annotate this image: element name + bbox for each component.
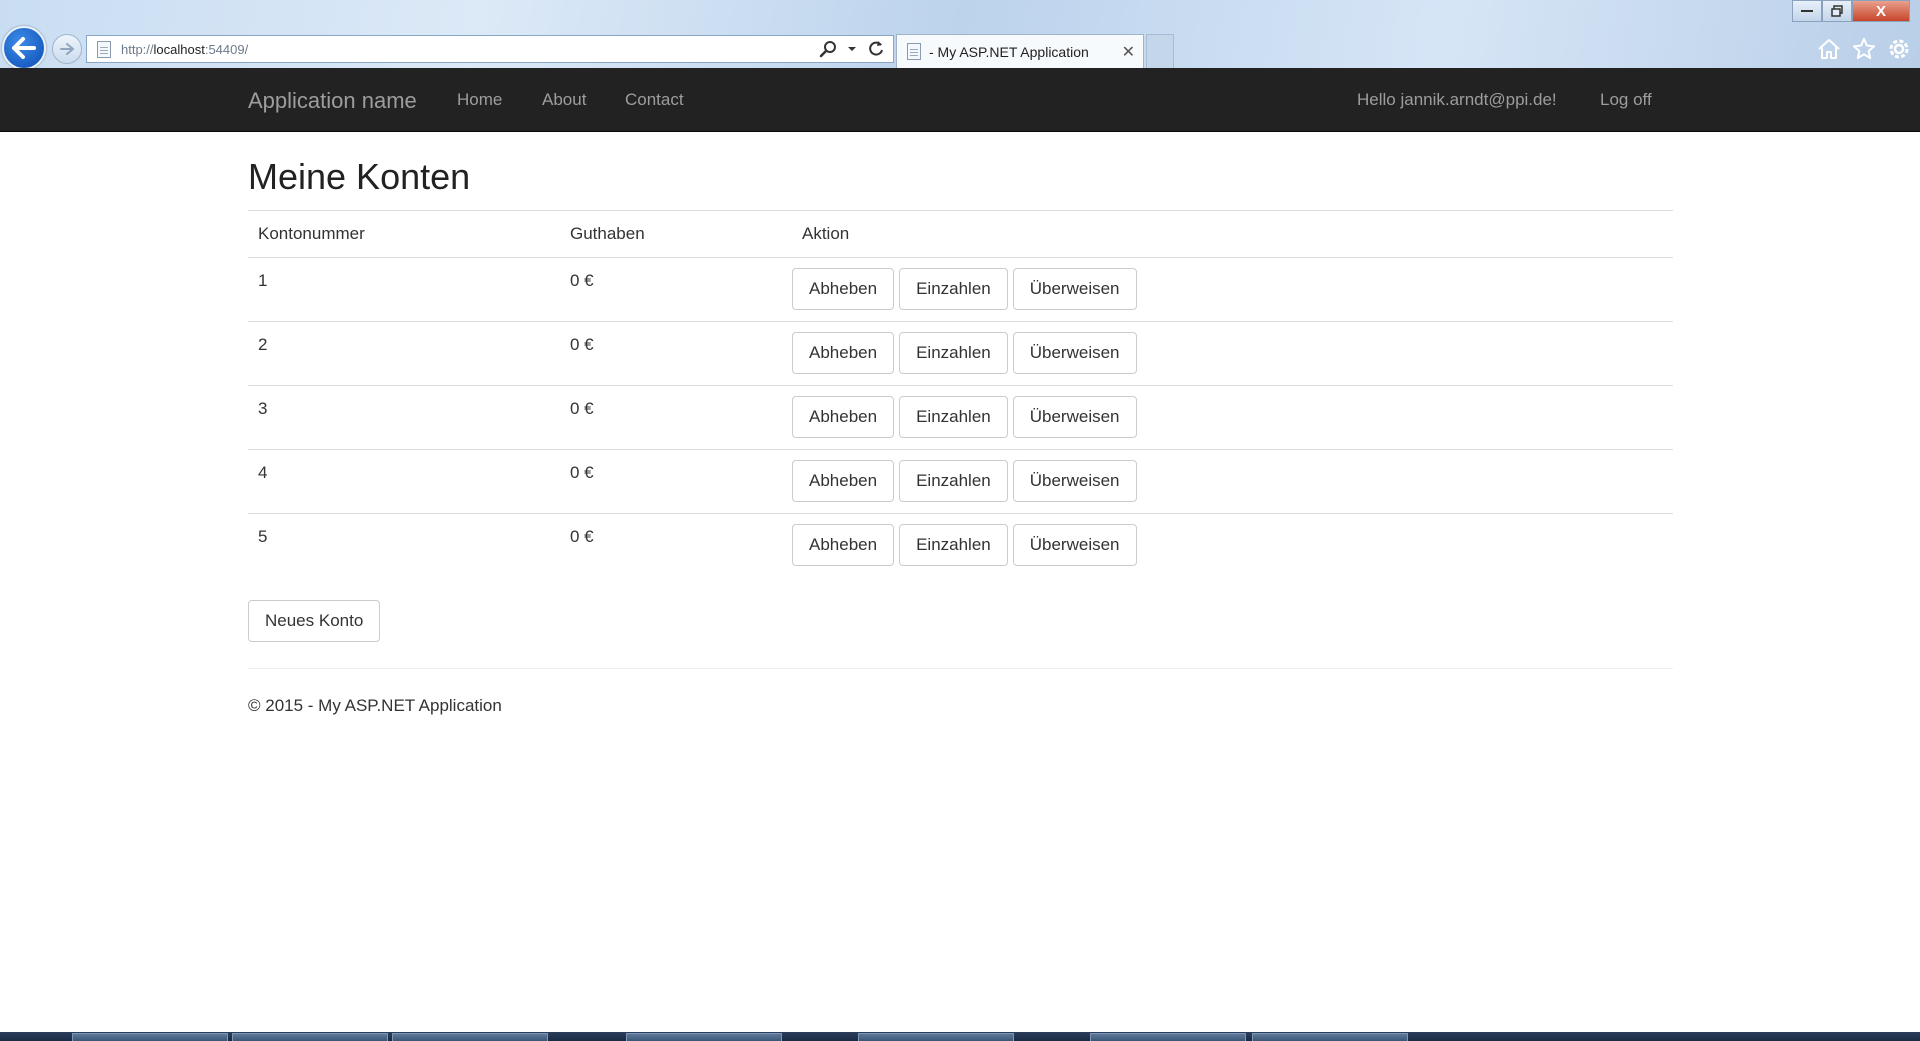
new-account-button[interactable]: Neues Konto	[248, 600, 381, 642]
transfer-button[interactable]: Überweisen	[1012, 460, 1137, 502]
footer-divider	[248, 668, 1673, 669]
nav-about[interactable]: About	[542, 90, 586, 110]
nav-contact[interactable]: Contact	[625, 90, 684, 110]
taskbar-item[interactable]	[626, 1033, 782, 1041]
column-header-kontonummer: Kontonummer	[248, 210, 560, 258]
arrow-right-icon	[60, 43, 75, 55]
actions-cell: Abheben Einzahlen Überweisen	[792, 257, 1673, 322]
home-icon[interactable]	[1816, 37, 1842, 61]
table-row: 3 0 € Abheben Einzahlen Überweisen	[248, 385, 1673, 450]
arrow-left-icon	[12, 37, 36, 59]
table-row: 4 0 € Abheben Einzahlen Überweisen	[248, 449, 1673, 514]
deposit-button[interactable]: Einzahlen	[899, 460, 1008, 502]
actions-cell: Abheben Einzahlen Überweisen	[792, 385, 1673, 450]
withdraw-button[interactable]: Abheben	[792, 460, 895, 502]
search-icon[interactable]	[819, 40, 837, 58]
page-icon	[97, 40, 111, 58]
page-title: Meine Konten	[248, 156, 471, 197]
actions-cell: Abheben Einzahlen Überweisen	[792, 321, 1673, 386]
deposit-button[interactable]: Einzahlen	[899, 268, 1008, 310]
browser-chrome: http://localhost:54409/ - My ASP.NET App…	[0, 0, 1920, 70]
balance-cell: 0 €	[560, 321, 792, 386]
transfer-button[interactable]: Überweisen	[1012, 332, 1137, 374]
star-icon[interactable]	[1852, 37, 1876, 61]
address-bar[interactable]: http://localhost:54409/	[86, 35, 894, 63]
transfer-button[interactable]: Überweisen	[1012, 268, 1137, 310]
tab-page-icon	[907, 43, 921, 60]
nav-home[interactable]: Home	[457, 90, 502, 110]
transfer-button[interactable]: Überweisen	[1012, 396, 1137, 438]
account-number-cell: 2	[248, 321, 560, 386]
actions-cell: Abheben Einzahlen Überweisen	[792, 449, 1673, 514]
brand-link[interactable]: Application name	[248, 88, 417, 114]
account-number-cell: 3	[248, 385, 560, 450]
taskbar-item[interactable]	[72, 1033, 228, 1041]
balance-cell: 0 €	[560, 449, 792, 514]
taskbar-item[interactable]	[232, 1033, 388, 1041]
transfer-button[interactable]: Überweisen	[1012, 524, 1137, 566]
taskbar-item[interactable]	[1090, 1033, 1246, 1041]
app-navbar: Application name Home About Contact Hell…	[0, 68, 1920, 132]
browser-tab[interactable]: - My ASP.NET Application ✕	[896, 34, 1144, 68]
gear-icon[interactable]	[1886, 36, 1912, 62]
back-button[interactable]	[2, 26, 46, 70]
account-number-cell: 4	[248, 449, 560, 514]
table-header-row: Kontonummer Guthaben Aktion	[248, 210, 1673, 258]
balance-cell: 0 €	[560, 257, 792, 322]
column-header-guthaben: Guthaben	[560, 210, 792, 258]
withdraw-button[interactable]: Abheben	[792, 268, 895, 310]
column-header-aktion: Aktion	[792, 210, 1673, 258]
balance-cell: 0 €	[560, 385, 792, 450]
table-row: 1 0 € Abheben Einzahlen Überweisen	[248, 257, 1673, 322]
chevron-down-icon[interactable]	[847, 45, 857, 53]
new-tab-button[interactable]	[1146, 34, 1174, 68]
footer-copyright: © 2015 - My ASP.NET Application	[248, 696, 502, 715]
accounts-table: Kontonummer Guthaben Aktion 1 0 € Abhebe…	[248, 210, 1673, 578]
table-row: 2 0 € Abheben Einzahlen Überweisen	[248, 321, 1673, 386]
close-window-button[interactable]: X	[1852, 0, 1910, 22]
nav-logoff[interactable]: Log off	[1600, 90, 1652, 110]
taskbar-item[interactable]	[1252, 1033, 1408, 1041]
deposit-button[interactable]: Einzahlen	[899, 524, 1008, 566]
close-icon: X	[1875, 2, 1886, 20]
taskbar-item[interactable]	[392, 1033, 548, 1041]
tab-title: - My ASP.NET Application	[929, 43, 1089, 60]
withdraw-button[interactable]: Abheben	[792, 524, 895, 566]
minimize-icon[interactable]	[1792, 0, 1822, 22]
tab-close-icon[interactable]: ✕	[1122, 42, 1135, 62]
window-controls: X	[1792, 0, 1910, 22]
table-row: 5 0 € Abheben Einzahlen Überweisen	[248, 513, 1673, 578]
deposit-button[interactable]: Einzahlen	[899, 396, 1008, 438]
os-taskbar	[0, 1032, 1920, 1041]
deposit-button[interactable]: Einzahlen	[899, 332, 1008, 374]
withdraw-button[interactable]: Abheben	[792, 332, 895, 374]
nav-user-greeting[interactable]: Hello jannik.arndt@ppi.de!	[1357, 90, 1557, 110]
withdraw-button[interactable]: Abheben	[792, 396, 895, 438]
browser-toolbar-icons	[1816, 36, 1912, 62]
account-number-cell: 1	[248, 257, 560, 322]
forward-button[interactable]	[52, 34, 82, 64]
account-number-cell: 5	[248, 513, 560, 578]
restore-icon[interactable]	[1822, 0, 1852, 22]
refresh-icon[interactable]	[867, 40, 885, 58]
balance-cell: 0 €	[560, 513, 792, 578]
actions-cell: Abheben Einzahlen Überweisen	[792, 513, 1673, 578]
url-text: http://localhost:54409/	[121, 41, 249, 57]
taskbar-item[interactable]	[858, 1033, 1014, 1041]
